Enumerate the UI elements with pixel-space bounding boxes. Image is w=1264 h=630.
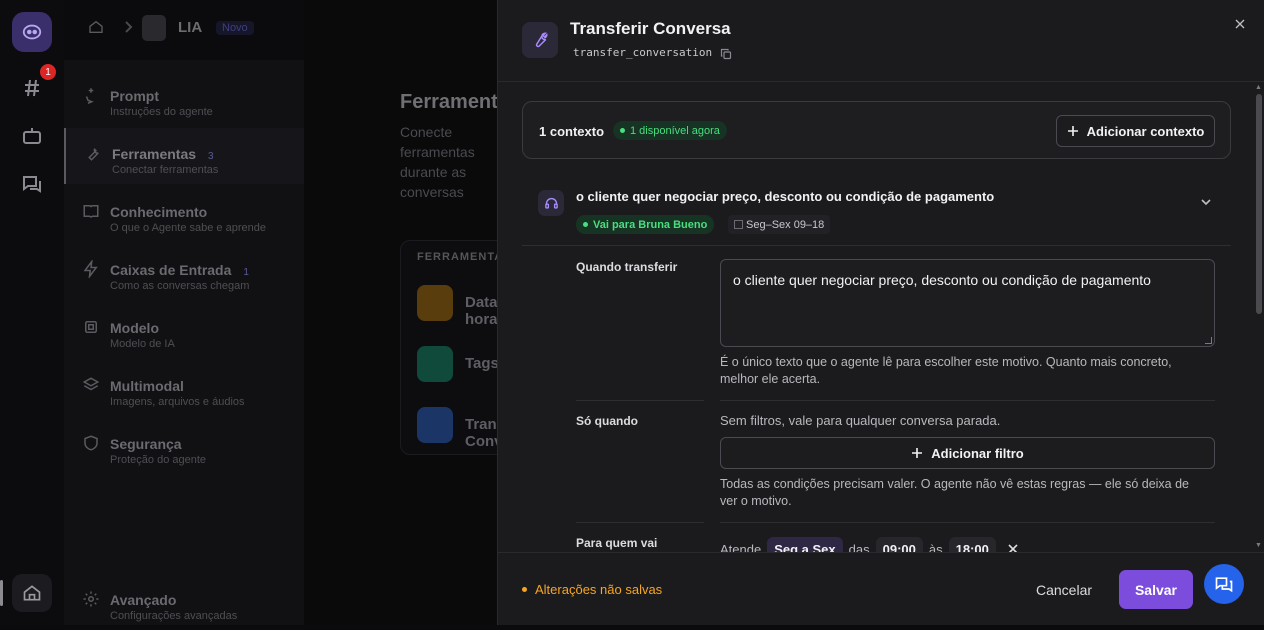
notification-badge: 1 <box>40 64 56 80</box>
divider <box>720 522 1215 523</box>
sidebar-item-title: Modelo <box>110 320 159 336</box>
transfer-drawer: Transferir Conversa transfer_conversatio… <box>497 0 1264 625</box>
wrench-icon <box>88 148 99 161</box>
sidebar-item-subtitle: Instruções do agente <box>110 106 213 118</box>
add-filter-button[interactable]: Adicionar filtro <box>720 437 1215 469</box>
bot-icon[interactable] <box>20 124 44 148</box>
tool-label: Tags <box>465 355 499 372</box>
sidebar-item-modelo[interactable]: Modelo Modelo de IA <box>64 302 304 358</box>
when-help: É o único texto que o agente lê para esc… <box>720 355 1172 386</box>
available-badge: 1 disponível agora <box>613 121 727 140</box>
sidebar-item-ferramentas[interactable]: Ferramentas 3 Conectar ferramentas <box>64 128 304 184</box>
divider <box>576 522 704 523</box>
sidebar-item-title: Segurança <box>110 436 182 452</box>
sidebar-item-avancado[interactable]: Avançado Configurações avançadas <box>64 574 304 630</box>
sidebar-item-title: Conhecimento <box>110 204 208 220</box>
headset-icon <box>538 190 564 216</box>
app-rail: 1 <box>0 0 64 625</box>
divider <box>576 400 704 401</box>
sidebar-item-title: Caixas de Entrada <box>110 262 232 278</box>
sidebar-item-subtitle: Imagens, arquivos e áudios <box>110 396 245 408</box>
app-logo[interactable] <box>12 12 52 52</box>
sidebar-item-multimodal[interactable]: Multimodal Imagens, arquivos e áudios <box>64 360 304 416</box>
chevron-right-icon <box>122 20 134 34</box>
home-button[interactable] <box>12 574 52 612</box>
when-textarea[interactable]: o cliente quer negociar preço, desconto … <box>720 259 1215 347</box>
wrench-icon <box>522 22 558 58</box>
cancel-button[interactable]: Cancelar <box>1036 582 1092 598</box>
close-icon[interactable] <box>1232 16 1248 32</box>
sidebar-item-subtitle: Configurações avançadas <box>110 610 238 622</box>
book-icon <box>83 205 99 218</box>
sparkles-icon <box>85 88 94 104</box>
layers-icon <box>82 377 100 391</box>
home-icon <box>23 585 41 601</box>
chat-bubble-icon <box>1215 577 1233 593</box>
sidebar-item-title: Avançado <box>110 592 177 608</box>
home-breadcrumb-icon[interactable] <box>88 19 104 35</box>
sidebar-item-subtitle: Como as conversas chegam <box>110 280 250 292</box>
drawer-title: Transferir Conversa <box>570 19 731 38</box>
shield-icon <box>84 435 98 451</box>
sidebar-item-caixas[interactable]: Caixas de Entrada 1 Como as conversas che… <box>64 244 304 300</box>
context-summary: 1 contexto 1 disponível agora Adicionar … <box>522 101 1231 159</box>
rule-title: o cliente quer negociar preço, desconto … <box>576 189 995 204</box>
destination-badge: Vai para Bruna Bueno <box>576 215 715 234</box>
save-button[interactable]: Salvar <box>1119 570 1193 609</box>
sidebar-item-title: Multimodal <box>110 378 184 394</box>
support-chat-button[interactable] <box>1204 564 1244 604</box>
sidebar-item-title: Ferramentas <box>112 146 197 162</box>
context-count: 1 contexto <box>539 124 605 139</box>
sidebar-item-count: 1 <box>243 267 249 278</box>
transfer-icon <box>417 407 453 443</box>
bolt-icon <box>83 260 98 278</box>
gear-icon <box>83 591 99 607</box>
sidebar-item-subtitle: Proteção do agente <box>110 454 207 466</box>
hash-icon[interactable] <box>20 76 44 100</box>
only-when-help: Todas as condições precisam valer. O age… <box>720 477 1190 508</box>
page-description: Conecte ferramentas durante as conversas <box>400 124 475 200</box>
tools-card: FERRAMENTAS Data e hora Tags Transferir … <box>400 240 534 455</box>
settings-sidebar: Prompt Instruções do agente Ferramentas 3… <box>64 60 304 625</box>
chat-icon[interactable] <box>20 172 44 196</box>
sidebar-item-conhecimento[interactable]: Conhecimento O que o Agente sabe e apren… <box>64 186 304 242</box>
scroll-up-arrow[interactable]: ▲ <box>1255 84 1262 91</box>
only-when-label: Só quando <box>576 414 638 428</box>
schedule-badge: Seg–Sex 09–18 <box>728 215 831 234</box>
when-label: Quando transferir <box>576 260 678 274</box>
main-content: Ferramentas Conecte ferramentas durante … <box>304 0 534 625</box>
drawer-header: Transferir Conversa transfer_conversatio… <box>498 0 1264 82</box>
sidebar-item-seguranca[interactable]: Segurança Proteção do agente <box>64 418 304 474</box>
drawer-footer: Alterações não salvas Cancelar Salvar <box>498 552 1264 625</box>
context-rule-header[interactable]: o cliente quer negociar preço, desconto … <box>522 170 1231 246</box>
chevron-down-icon[interactable] <box>1199 195 1213 209</box>
when-value: o cliente quer negociar preço, desconto … <box>733 272 1151 288</box>
to-whom-label: Para quem vai <box>576 536 658 550</box>
sidebar-item-subtitle: Modelo de IA <box>110 338 175 350</box>
tool-code: transfer_conversation <box>573 46 713 59</box>
sidebar-item-subtitle: Conectar ferramentas <box>112 164 219 176</box>
plus-icon <box>1067 126 1078 136</box>
scrollbar-thumb[interactable] <box>1256 94 1262 314</box>
cpu-icon <box>85 321 97 333</box>
agent-name: LIA <box>178 19 203 36</box>
sidebar-item-subtitle: O que o Agente sabe e aprende <box>110 222 266 234</box>
agent-avatar <box>142 15 166 41</box>
status-badge: Novo <box>216 21 254 35</box>
add-context-button[interactable]: Adicionar contexto <box>1056 115 1215 147</box>
copy-icon[interactable] <box>720 48 732 60</box>
active-indicator <box>0 580 3 606</box>
scroll-down-arrow[interactable]: ▼ <box>1255 542 1262 549</box>
plus-icon <box>912 448 923 458</box>
sidebar-item-title: Prompt <box>110 88 159 104</box>
only-when-description: Sem filtros, vale para qualquer conversa… <box>720 413 1001 428</box>
unsaved-indicator: Alterações não salvas <box>522 582 662 597</box>
tag-icon <box>417 346 453 382</box>
sidebar-item-count: 3 <box>208 151 214 162</box>
clock-icon <box>417 285 453 321</box>
divider <box>720 400 1215 401</box>
resize-handle[interactable] <box>1205 337 1212 344</box>
sidebar-item-prompt[interactable]: Prompt Instruções do agente <box>64 70 304 126</box>
